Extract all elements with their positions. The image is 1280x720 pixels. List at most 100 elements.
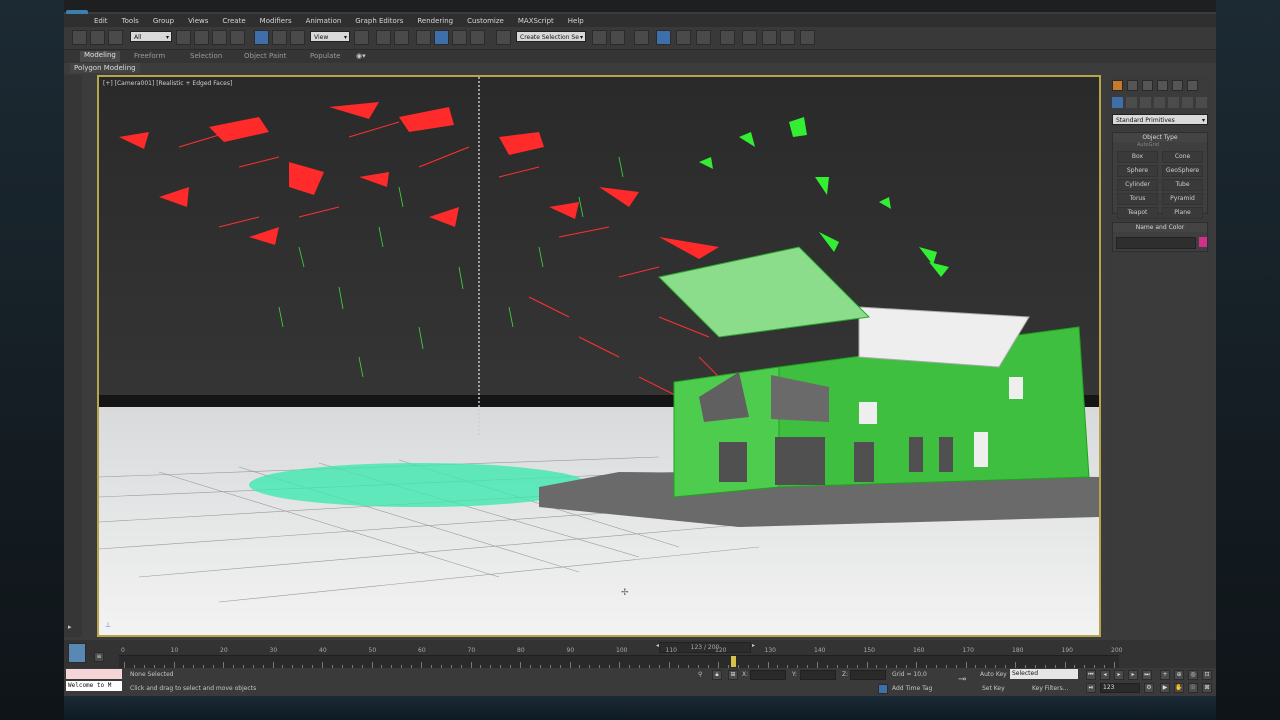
isolate-selection-icon[interactable]: ⚲ — [698, 671, 702, 678]
spinner-snap-icon[interactable] — [470, 30, 485, 45]
keyboard-shortcut-override-icon[interactable] — [394, 30, 409, 45]
viewport-layout-toggle-icon[interactable]: ▸ — [68, 623, 72, 631]
object-type-torus-button[interactable]: Torus — [1117, 193, 1158, 205]
rectangle-selection-icon[interactable] — [212, 30, 227, 45]
selection-lock-icon[interactable]: 🔒︎ — [712, 670, 722, 680]
menu-item-modifiers[interactable]: Modifiers — [260, 17, 292, 25]
select-and-move-icon[interactable] — [254, 30, 269, 45]
absolute-mode-icon[interactable]: ⊞ — [728, 670, 738, 680]
camera-viewport[interactable]: [+] [Camera001] [Realistic + Edged Faces… — [97, 75, 1101, 637]
time-slider-prev-icon[interactable]: ◂ — [656, 642, 659, 649]
rendered-frame-window-icon[interactable] — [762, 30, 777, 45]
maxscript-listener-mini[interactable] — [66, 669, 122, 679]
render-iterative-icon[interactable] — [800, 30, 815, 45]
track-bar[interactable]: 0 10 20 30 40 50 60 70 80 90 100 110 120 130 140 150 160… — [119, 647, 1122, 668]
modify-tab-icon[interactable] — [1127, 80, 1138, 91]
field-of-view-icon[interactable]: ▶ — [1160, 683, 1170, 693]
percent-snap-icon[interactable] — [452, 30, 467, 45]
time-slider-next-icon[interactable]: ▸ — [752, 642, 755, 649]
selection-filter-dropdown[interactable]: All — [130, 31, 172, 43]
lights-icon[interactable] — [1140, 97, 1151, 108]
object-type-cone-button[interactable]: Cone — [1162, 151, 1203, 163]
maxscript-output[interactable]: Welcome to M — [66, 681, 122, 691]
time-tag-icon[interactable] — [878, 684, 888, 694]
angle-snap-icon[interactable] — [434, 30, 449, 45]
menu-item-graph-editors[interactable]: Graph Editors — [355, 17, 403, 25]
cameras-icon[interactable] — [1154, 97, 1165, 108]
menu-item-create[interactable]: Create — [222, 17, 245, 25]
select-and-scale-icon[interactable] — [290, 30, 305, 45]
link-icon[interactable] — [72, 30, 87, 45]
add-time-tag-button[interactable]: Add Time Tag — [892, 685, 932, 692]
menu-item-help[interactable]: Help — [568, 17, 584, 25]
key-icon[interactable]: ⊸ — [958, 674, 966, 685]
zoom-extents-icon[interactable]: ⊠ — [1202, 683, 1212, 693]
menu-item-views[interactable]: Views — [188, 17, 208, 25]
menu-item-group[interactable]: Group — [153, 17, 174, 25]
menu-item-tools[interactable]: Tools — [122, 17, 139, 25]
previous-frame-icon[interactable]: ◂ — [1100, 670, 1110, 680]
tab-freeform[interactable]: Freeform — [134, 52, 165, 60]
align-icon[interactable] — [610, 30, 625, 45]
menu-item-maxscript[interactable]: MAXScript — [518, 17, 554, 25]
shapes-icon[interactable] — [1126, 97, 1137, 108]
x-coord-field[interactable] — [750, 670, 786, 680]
object-type-plane-button[interactable]: Plane — [1162, 207, 1203, 219]
object-type-cylinder-button[interactable]: Cylinder — [1117, 179, 1158, 191]
zoom-icon[interactable]: + — [1160, 670, 1170, 680]
go-to-end-icon[interactable]: ⏭ — [1142, 670, 1152, 680]
z-coord-field[interactable] — [850, 670, 886, 680]
curve-editor-icon[interactable] — [676, 30, 691, 45]
helpers-icon[interactable] — [1168, 97, 1179, 108]
mirror-icon[interactable] — [592, 30, 607, 45]
named-selection-sets-dropdown[interactable]: Create Selection Se — [516, 31, 586, 43]
render-setup-icon[interactable] — [742, 30, 757, 45]
utilities-tab-icon[interactable] — [1187, 80, 1198, 91]
schematic-view-icon[interactable] — [696, 30, 711, 45]
play-icon[interactable]: ▸ — [1114, 670, 1124, 680]
edit-named-selection-icon[interactable] — [496, 30, 511, 45]
menu-item-customize[interactable]: Customize — [467, 17, 504, 25]
menu-item-rendering[interactable]: Rendering — [417, 17, 453, 25]
space-warps-icon[interactable] — [1182, 97, 1193, 108]
timeline-toggle-icon[interactable]: ≡ — [94, 652, 104, 662]
zoom-all-icon[interactable]: ⊕ — [1174, 670, 1184, 680]
geometry-icon[interactable] — [1112, 97, 1123, 108]
next-frame-icon[interactable]: ▸ — [1128, 670, 1138, 680]
object-type-tube-button[interactable]: Tube — [1162, 179, 1203, 191]
maximize-viewport-icon[interactable]: ⊡ — [1202, 670, 1212, 680]
unlink-icon[interactable] — [90, 30, 105, 45]
menu-item-animation[interactable]: Animation — [306, 17, 342, 25]
reference-coordinate-dropdown[interactable]: View — [310, 31, 350, 43]
time-configuration-icon[interactable]: ⚙ — [1144, 683, 1154, 693]
pivot-center-icon[interactable] — [354, 30, 369, 45]
ribbon-polygon-modeling-label[interactable]: Polygon Modeling — [70, 63, 140, 73]
select-object-icon[interactable] — [176, 30, 191, 45]
current-frame-marker[interactable] — [730, 656, 736, 667]
select-by-name-icon[interactable] — [194, 30, 209, 45]
select-manipulate-icon[interactable] — [376, 30, 391, 45]
layer-explorer-icon[interactable] — [634, 30, 649, 45]
tab-object-paint[interactable]: Object Paint — [244, 52, 286, 60]
name-color-title[interactable]: Name and Color — [1113, 223, 1207, 232]
window-crossing-icon[interactable] — [230, 30, 245, 45]
hierarchy-tab-icon[interactable] — [1142, 80, 1153, 91]
key-mode-dropdown[interactable]: Selected — [1010, 669, 1078, 679]
object-type-title[interactable]: Object Type — [1113, 133, 1207, 142]
set-key-button[interactable]: Set Key — [982, 685, 1005, 692]
motion-tab-icon[interactable] — [1157, 80, 1168, 91]
object-type-teapot-button[interactable]: Teapot — [1117, 207, 1158, 219]
tab-selection[interactable]: Selection — [190, 52, 222, 60]
tab-populate[interactable]: Populate — [310, 52, 340, 60]
menu-item-edit[interactable]: Edit — [94, 17, 108, 25]
object-type-sphere-button[interactable]: Sphere — [1117, 165, 1158, 177]
y-coord-field[interactable] — [800, 670, 836, 680]
toggle-ribbon-icon[interactable] — [656, 30, 671, 45]
object-type-geosphere-button[interactable]: GeoSphere — [1162, 165, 1203, 177]
primitive-category-dropdown[interactable]: Standard Primitives — [1112, 114, 1208, 126]
walk-through-icon[interactable]: ☉ — [1188, 683, 1198, 693]
viewport-label[interactable]: [+] [Camera001] [Realistic + Edged Faces… — [103, 80, 232, 87]
systems-icon[interactable] — [1196, 97, 1207, 108]
object-type-pyramid-button[interactable]: Pyramid — [1162, 193, 1203, 205]
auto-key-button[interactable]: Auto Key — [980, 671, 1007, 678]
